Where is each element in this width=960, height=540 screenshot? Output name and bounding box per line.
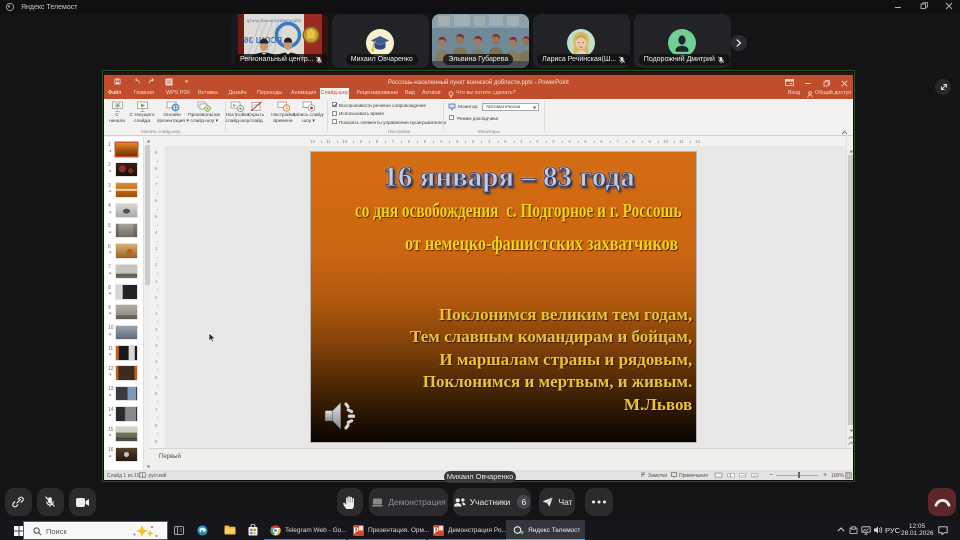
svg-text:P: P [354, 527, 360, 536]
svg-text:W: W [167, 79, 172, 85]
svg-text:P: P [434, 527, 440, 536]
